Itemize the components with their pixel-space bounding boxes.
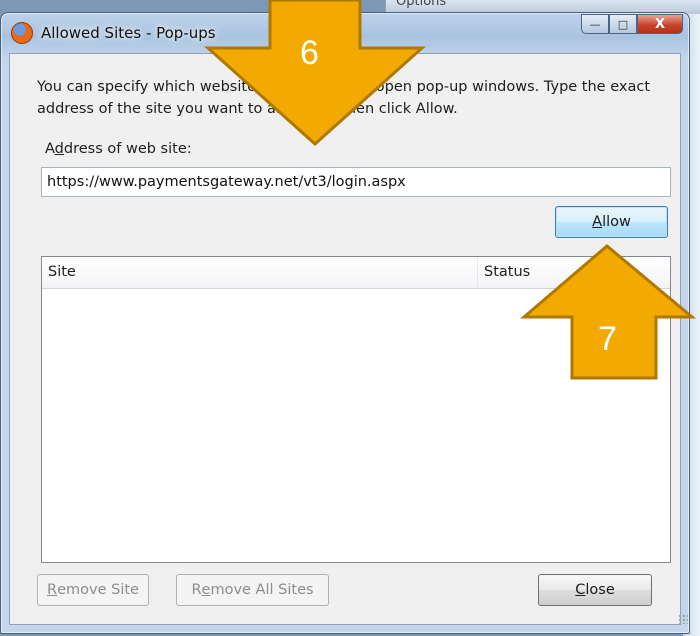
close-button[interactable]: Close xyxy=(538,574,652,606)
address-input[interactable] xyxy=(41,167,671,197)
callout-arrow-7 xyxy=(520,244,697,380)
remove-all-sites-button[interactable]: Re move All Sites xyxy=(176,574,329,606)
maximize-icon: □ xyxy=(617,17,629,31)
address-label: Address of web site: xyxy=(45,141,192,157)
firefox-icon xyxy=(11,22,33,44)
remove-site-button[interactable]: Remove Site xyxy=(37,574,149,606)
window-title: Allowed Sites - Pop-ups xyxy=(41,24,216,42)
maximize-button[interactable]: □ xyxy=(609,14,637,34)
minimize-icon: — xyxy=(589,17,601,31)
callout-arrow-6 xyxy=(204,0,426,147)
minimize-button[interactable]: — xyxy=(581,14,609,34)
caption-buttons: — □ X xyxy=(581,14,683,36)
close-window-button[interactable]: X xyxy=(637,14,683,34)
column-header-site[interactable]: Site xyxy=(42,257,478,288)
callout-number-7: 7 xyxy=(598,320,617,358)
resize-grip[interactable] xyxy=(678,614,688,624)
allow-button[interactable]: Allow xyxy=(555,206,668,238)
close-icon: X xyxy=(654,16,666,32)
callout-number-6: 6 xyxy=(300,34,319,72)
